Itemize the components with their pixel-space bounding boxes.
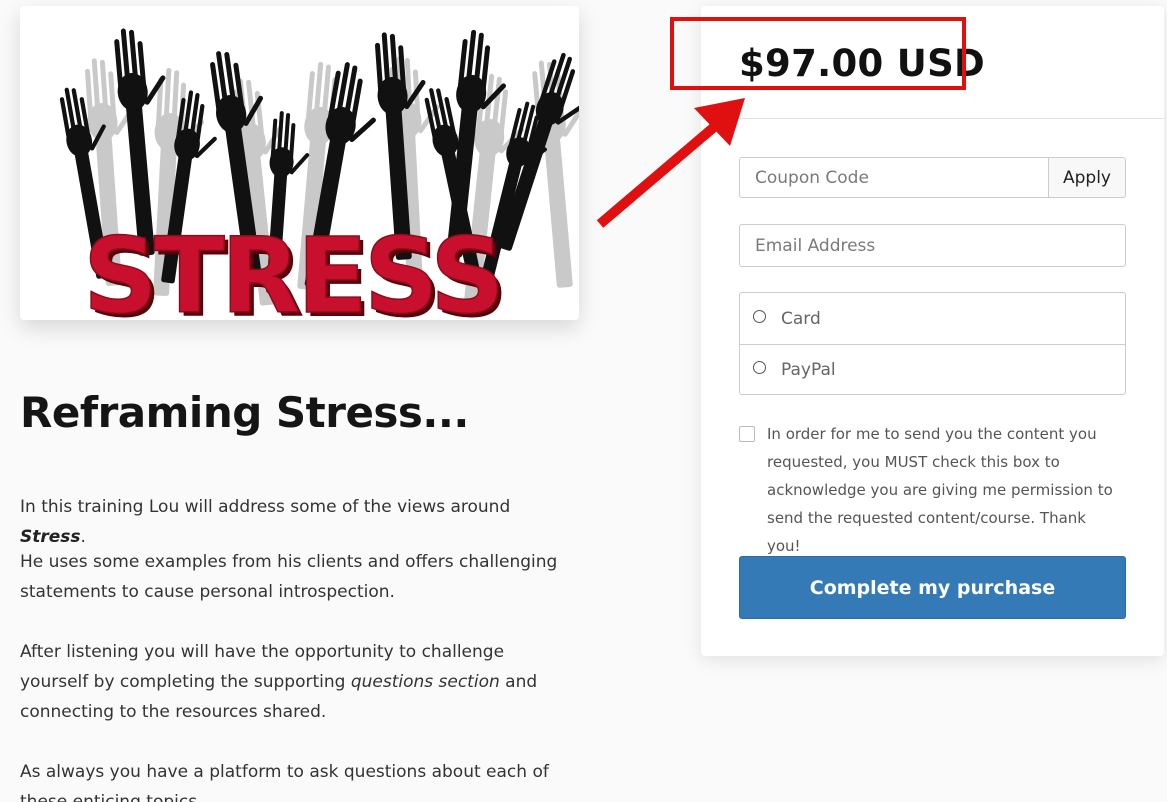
price-label: $97.00 USD [739, 42, 986, 85]
payment-option-paypal[interactable]: PayPal [740, 344, 1125, 395]
description-text: In this training Lou will address some o… [20, 497, 511, 517]
emphasis-stress: Stress [20, 527, 81, 547]
checkout-card: $97.00 USD Apply Card PayPal In order fo… [701, 6, 1164, 656]
course-description-paragraph: After listening you will have the opport… [20, 637, 565, 727]
price-header: $97.00 USD [701, 6, 1164, 119]
course-description-paragraph: He uses some examples from his clients a… [20, 552, 558, 602]
payment-method-group: Card PayPal [739, 292, 1126, 395]
course-description-paragraph: In this training Lou will address some o… [20, 492, 565, 552]
paypal-radio[interactable] [753, 361, 766, 374]
course-description-paragraph: As always you have a platform to ask que… [20, 762, 549, 802]
consent-checkbox[interactable] [739, 426, 755, 442]
payment-option-label: PayPal [781, 359, 836, 380]
raised-hands-illustration: STRESS STRESS [57, 25, 579, 320]
payment-option-label: Card [781, 308, 821, 329]
emphasis-questions-section: questions section [350, 672, 500, 692]
course-title: Reframing Stress... [20, 388, 469, 437]
consent-text: In order for me to send you the content … [767, 425, 1113, 555]
stress-word-art: STRESS [83, 215, 501, 320]
email-address-input[interactable] [739, 224, 1126, 267]
course-hero-image: STRESS STRESS [20, 6, 579, 320]
payment-option-card[interactable]: Card [740, 293, 1125, 345]
apply-coupon-button[interactable]: Apply [1048, 157, 1126, 198]
card-radio[interactable] [753, 310, 766, 323]
complete-purchase-button[interactable]: Complete my purchase [739, 556, 1126, 619]
description-text: . [80, 527, 86, 547]
coupon-code-input[interactable] [739, 157, 1048, 198]
checkout-page: STRESS STRESS Reframing Stress... In thi… [0, 0, 1167, 802]
